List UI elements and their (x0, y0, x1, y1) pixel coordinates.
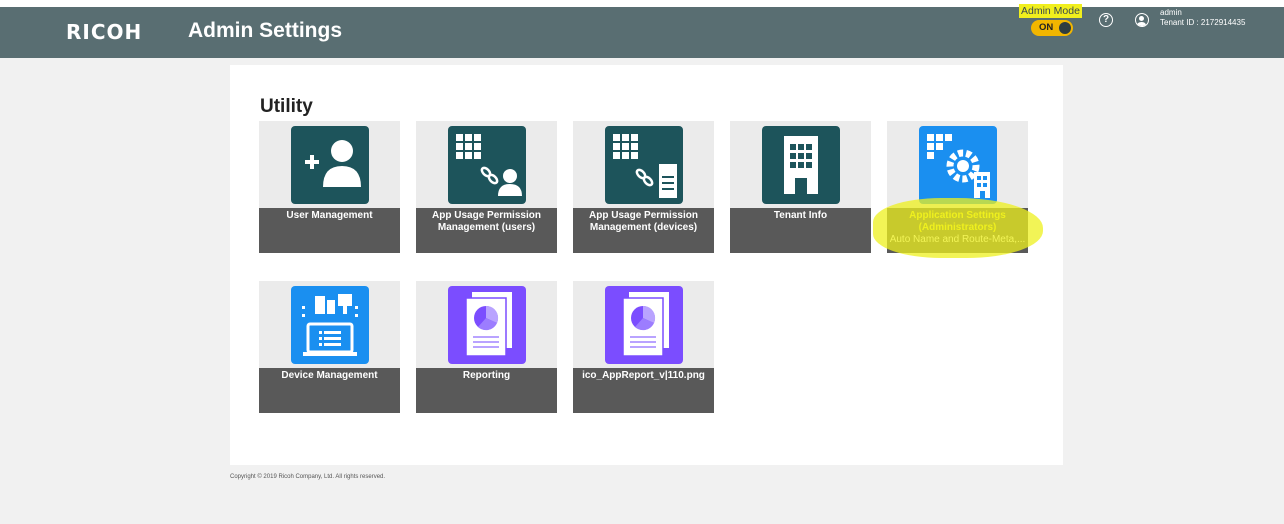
tile-reporting[interactable]: Reporting (416, 281, 557, 413)
toggle-state-label: ON (1039, 22, 1054, 33)
copyright-text: Copyright © 2019 Ricoh Company, Ltd. All… (230, 474, 386, 480)
tile-tenant-info[interactable]: Tenant Info (730, 121, 871, 253)
tile-subtitle: Auto Name and Route-Meta,... (889, 234, 1026, 245)
toggle-knob (1059, 22, 1071, 34)
tile-app-usage-permission-users[interactable]: App Usage Permission Management (users) (416, 121, 557, 253)
page-title: Admin Settings (188, 19, 343, 42)
tile-app-usage-permission-devices[interactable]: App Usage Permission Management (devices… (573, 121, 714, 253)
tile-caption: ico_AppReport_v|110.png (573, 368, 714, 413)
app-permission-users-icon (448, 126, 526, 204)
tile-caption: Application Settings (Administrators) Au… (887, 208, 1028, 253)
tile-caption: Device Management (259, 368, 400, 413)
tile-app-report[interactable]: ico_AppReport_v|110.png (573, 281, 714, 413)
section-title: Utility (260, 96, 313, 117)
report-pie-icon (448, 286, 526, 364)
tile-caption: App Usage Permission Management (users) (416, 208, 557, 253)
tenant-id: Tenant ID : 2172914435 (1160, 18, 1246, 27)
tile-caption: Tenant Info (730, 208, 871, 253)
admin-mode-label: Admin Mode (1019, 4, 1082, 18)
top-bar: RICOH Admin Settings (0, 0, 1284, 58)
tile-user-management[interactable]: User Management (259, 121, 400, 253)
building-icon (762, 126, 840, 204)
user-name: admin (1160, 8, 1182, 17)
ricoh-logo: RICOH (66, 20, 143, 44)
report-pie-icon (605, 286, 683, 364)
add-user-icon (291, 126, 369, 204)
device-management-icon (291, 286, 369, 364)
tile-device-management[interactable]: Device Management (259, 281, 400, 413)
admin-mode-control: Admin Mode ON (1019, 4, 1082, 37)
tile-caption: App Usage Permission Management (devices… (573, 208, 714, 253)
user-account-icon[interactable] (1135, 13, 1149, 27)
app-permission-devices-icon (605, 126, 683, 204)
tile-caption: User Management (259, 208, 400, 253)
app-settings-gear-icon (919, 126, 997, 204)
tile-application-settings[interactable]: Application Settings (Administrators) Au… (887, 121, 1028, 253)
help-icon[interactable]: ? (1099, 13, 1113, 27)
admin-mode-toggle[interactable]: ON (1031, 20, 1073, 36)
tile-caption: Reporting (416, 368, 557, 413)
